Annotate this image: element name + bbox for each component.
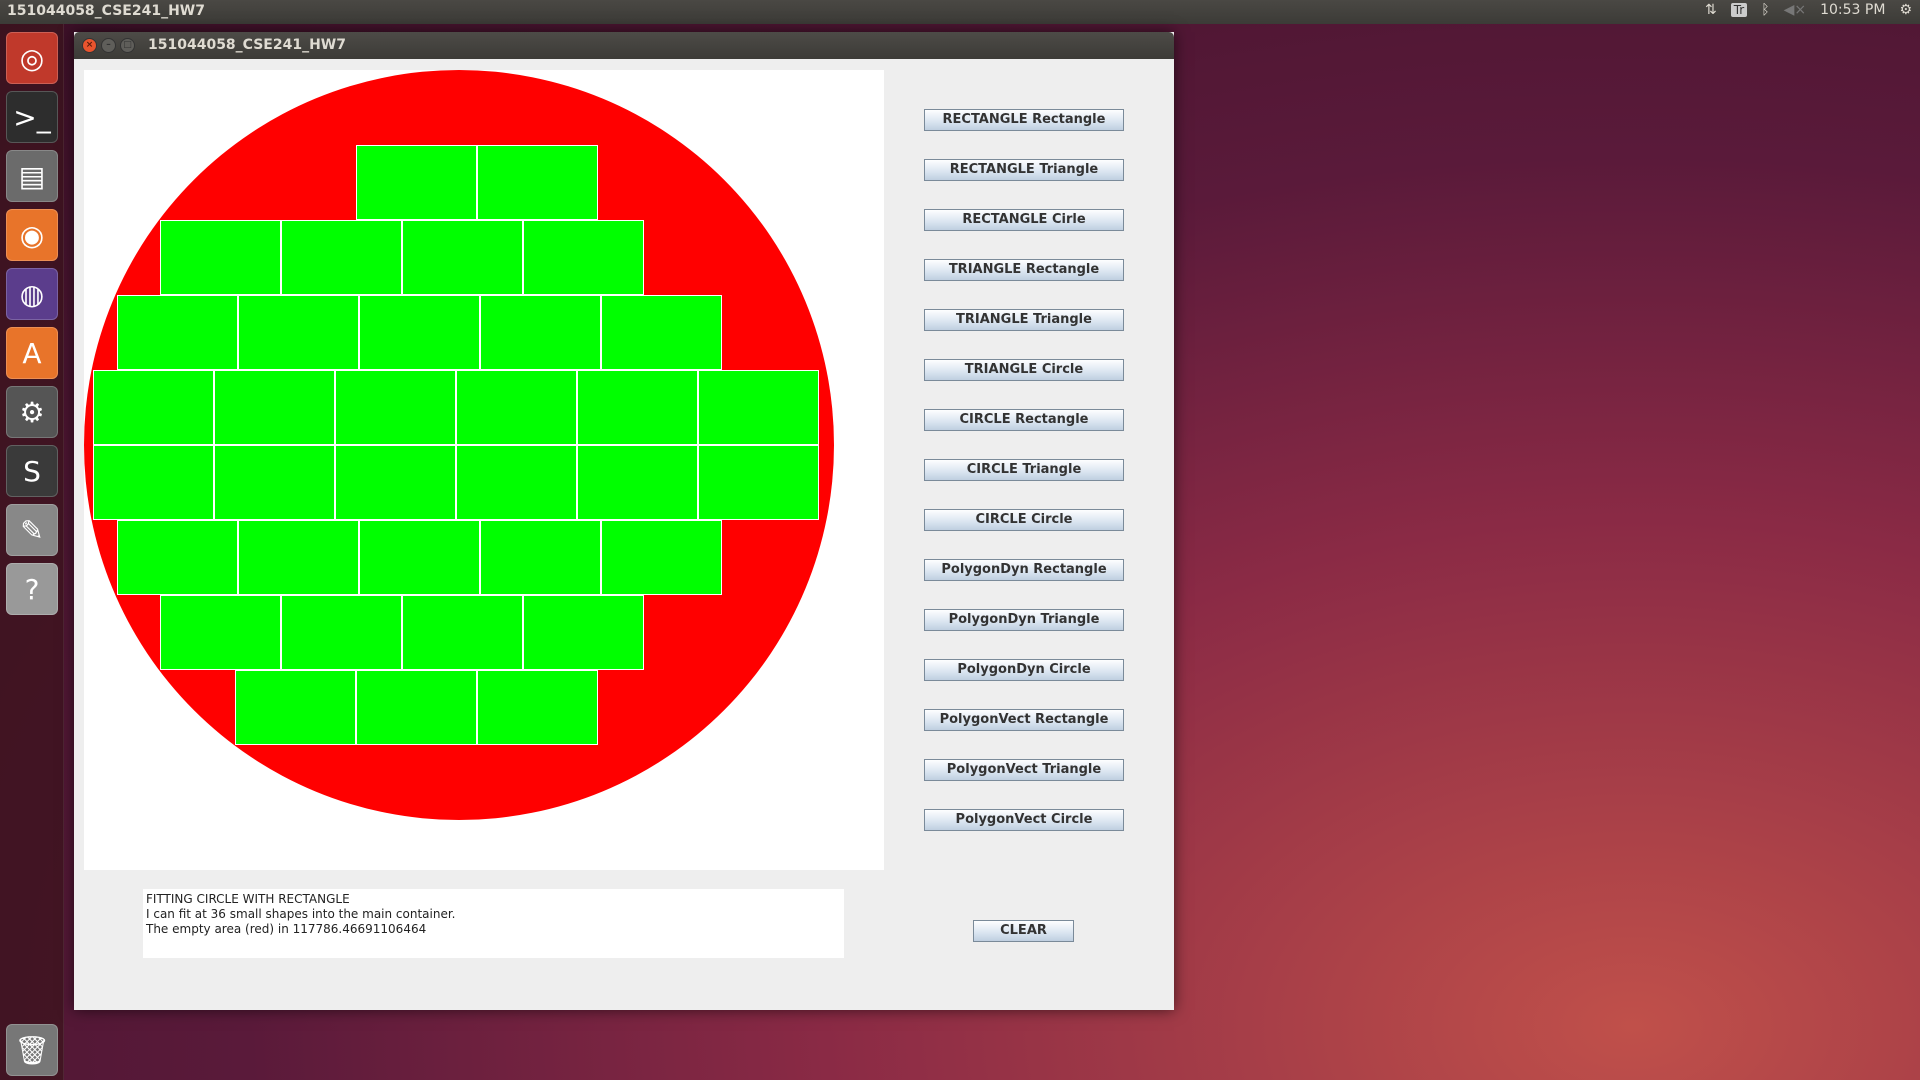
fitted-rectangle <box>281 220 402 295</box>
fitted-rectangle <box>359 295 480 370</box>
fit-button-polygondyn-rectangle[interactable]: PolygonDyn Rectangle <box>924 559 1124 581</box>
power-gear-icon[interactable]: ⚙ <box>1899 2 1912 18</box>
result-line: The empty area (red) in 117786.466911064… <box>146 922 427 936</box>
network-icon[interactable]: ⇅ <box>1705 2 1717 18</box>
fitted-rectangle <box>359 520 480 595</box>
fit-button-polygondyn-triangle[interactable]: PolygonDyn Triangle <box>924 609 1124 631</box>
fit-button-rectangle-triangle[interactable]: RECTANGLE Triangle <box>924 159 1124 181</box>
fit-button-rectangle-cirle[interactable]: RECTANGLE Cirle <box>924 209 1124 231</box>
fit-button-polygonvect-triangle[interactable]: PolygonVect Triangle <box>924 759 1124 781</box>
fitted-rectangle <box>160 595 281 670</box>
fitted-rectangle <box>456 445 577 520</box>
fitted-rectangle <box>238 295 359 370</box>
result-line: I can fit at 36 small shapes into the ma… <box>146 907 456 921</box>
fit-button-polygondyn-circle[interactable]: PolygonDyn Circle <box>924 659 1124 681</box>
fitted-rectangle <box>93 445 214 520</box>
sound-muted-icon[interactable]: ◀× <box>1784 2 1807 18</box>
clock[interactable]: 10:53 PM <box>1820 2 1885 18</box>
eclipse-launcher-icon[interactable]: ◍ <box>6 268 58 320</box>
trash-launcher-icon[interactable]: 🗑 <box>6 1024 58 1076</box>
app-window: × – □ 151044058_CSE241_HW7 RECTANGLE Rec… <box>74 32 1174 1010</box>
result-text-area[interactable]: FITTING CIRCLE WITH RECTANGLE I can fit … <box>143 889 844 958</box>
launcher: ◎ >_ ▤ ◉ ◍ A ⚙ S ✎? 🗑 <box>0 24 64 1080</box>
fitted-rectangle <box>523 220 644 295</box>
fitted-rectangle <box>601 295 722 370</box>
fit-button-polygonvect-rectangle[interactable]: PolygonVect Rectangle <box>924 709 1124 731</box>
keyboard-layout-indicator[interactable]: Tr <box>1730 3 1748 17</box>
software-center-launcher-icon[interactable]: A <box>6 327 58 379</box>
drawing-canvas <box>84 70 884 870</box>
fit-button-circle-circle[interactable]: CIRCLE Circle <box>924 509 1124 531</box>
fitted-rectangle <box>477 670 598 745</box>
sublime-text-launcher-icon[interactable]: S <box>6 445 58 497</box>
text-editor-launcher-icon[interactable]: ✎ <box>6 504 58 556</box>
fitted-rectangle <box>402 595 523 670</box>
fitted-rectangle <box>214 445 335 520</box>
fitted-rectangle <box>523 595 644 670</box>
window-titlebar[interactable]: × – □ 151044058_CSE241_HW7 <box>74 32 1174 59</box>
fit-button-triangle-circle[interactable]: TRIANGLE Circle <box>924 359 1124 381</box>
fitted-rectangle <box>117 520 238 595</box>
files-launcher-icon[interactable]: ▤ <box>6 150 58 202</box>
fitted-rectangle <box>698 445 819 520</box>
fitted-rectangle <box>577 445 698 520</box>
fitted-rectangle <box>480 520 601 595</box>
terminal-launcher-icon[interactable]: >_ <box>6 91 58 143</box>
active-app-title: 151044058_CSE241_HW7 <box>7 3 205 19</box>
fitted-rectangle <box>214 370 335 445</box>
fit-button-polygonvect-circle[interactable]: PolygonVect Circle <box>924 809 1124 831</box>
fitted-rectangle <box>238 520 359 595</box>
fitted-rectangle <box>456 370 577 445</box>
fitted-rectangle <box>698 370 819 445</box>
fitted-rectangle <box>235 670 356 745</box>
fitted-rectangle <box>402 220 523 295</box>
system-settings-launcher-icon[interactable]: ⚙ <box>6 386 58 438</box>
fitted-rectangle <box>93 370 214 445</box>
fitted-rectangle <box>480 295 601 370</box>
fitted-rectangle <box>356 670 477 745</box>
fit-button-rectangle-rectangle[interactable]: RECTANGLE Rectangle <box>924 109 1124 131</box>
fitted-rectangle <box>281 595 402 670</box>
firefox-launcher-icon[interactable]: ◉ <box>6 209 58 261</box>
fitted-rectangle <box>335 445 456 520</box>
fitted-rectangle <box>601 520 722 595</box>
fitted-rectangle <box>577 370 698 445</box>
maximize-window-button[interactable]: □ <box>120 38 135 53</box>
top-panel: 151044058_CSE241_HW7 ⇅ Tr ᛒ ◀× 10:53 PM … <box>0 0 1920 24</box>
fitted-rectangle <box>477 145 598 220</box>
window-title: 151044058_CSE241_HW7 <box>148 37 346 53</box>
clear-button[interactable]: CLEAR <box>973 920 1074 942</box>
fitted-rectangle <box>356 145 477 220</box>
fitted-rectangle <box>160 220 281 295</box>
result-line: FITTING CIRCLE WITH RECTANGLE <box>146 892 350 906</box>
fit-button-triangle-rectangle[interactable]: TRIANGLE Rectangle <box>924 259 1124 281</box>
fit-button-circle-triangle[interactable]: CIRCLE Triangle <box>924 459 1124 481</box>
bluetooth-icon[interactable]: ᛒ <box>1761 2 1769 18</box>
close-window-button[interactable]: × <box>82 38 97 53</box>
fit-button-triangle-triangle[interactable]: TRIANGLE Triangle <box>924 309 1124 331</box>
ubuntu-home-launcher-icon[interactable]: ◎ <box>6 32 58 84</box>
fit-button-circle-rectangle[interactable]: CIRCLE Rectangle <box>924 409 1124 431</box>
help-launcher-icon[interactable]: ? <box>6 563 58 615</box>
fitted-rectangle <box>335 370 456 445</box>
fitted-rectangle <box>117 295 238 370</box>
minimize-window-button[interactable]: – <box>101 38 116 53</box>
